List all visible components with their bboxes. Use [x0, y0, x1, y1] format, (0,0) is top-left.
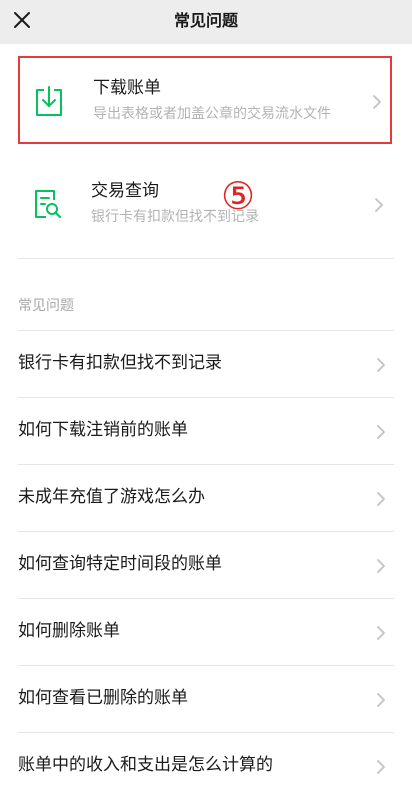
faq-item-label: 账单中的收入和支出是怎么计算的: [18, 755, 273, 775]
faq-item-label: 如何删除账单: [18, 621, 120, 641]
document-search-icon: [35, 190, 61, 218]
chevron-right-icon: [377, 626, 385, 640]
download-bill-description: 导出表格或者加盖公章的交易流水文件: [93, 106, 331, 122]
faq-item-label: 如何下载注销前的账单: [18, 420, 188, 440]
chevron-right-icon: [375, 198, 383, 212]
faq-item[interactable]: 未成年充值了游戏怎么办: [0, 465, 412, 532]
chevron-right-icon: [377, 559, 385, 573]
transaction-query-title: 交易查询: [91, 181, 159, 201]
section-divider: [18, 258, 394, 259]
faq-item-label: 如何查询特定时间段的账单: [18, 554, 222, 574]
chevron-right-icon: [377, 693, 385, 707]
faq-item[interactable]: 如何删除账单: [0, 599, 412, 666]
faq-item-label: 未成年充值了游戏怎么办: [18, 487, 205, 507]
faq-item[interactable]: 如何查询特定时间段的账单: [0, 532, 412, 599]
transaction-query-card[interactable]: 交易查询 银行卡有扣款但找不到记录: [18, 161, 392, 249]
download-icon: [36, 86, 62, 116]
chevron-right-icon: [377, 492, 385, 506]
faq-item[interactable]: 银行卡有扣款但找不到记录: [0, 331, 412, 398]
faq-item-label: 银行卡有扣款但找不到记录: [18, 353, 222, 373]
download-bill-title: 下载账单: [93, 78, 161, 98]
faq-item-label: 如何查看已删除的账单: [18, 688, 188, 708]
header-bar: 常见问题: [0, 0, 412, 44]
download-bill-card[interactable]: 下载账单 导出表格或者加盖公章的交易流水文件: [18, 56, 392, 144]
chevron-right-icon: [377, 358, 385, 372]
chevron-right-icon: [377, 760, 385, 774]
chevron-right-icon: [373, 95, 381, 109]
page-title: 常见问题: [173, 11, 238, 30]
chevron-right-icon: [377, 425, 385, 439]
faq-item[interactable]: 账单中的收入和支出是怎么计算的: [0, 733, 412, 800]
step-number-marker: ⑤: [220, 174, 256, 218]
faq-item[interactable]: 如何下载注销前的账单: [0, 398, 412, 465]
faq-section-label: 常见问题: [18, 298, 74, 314]
faq-item[interactable]: 如何查看已删除的账单: [0, 666, 412, 733]
